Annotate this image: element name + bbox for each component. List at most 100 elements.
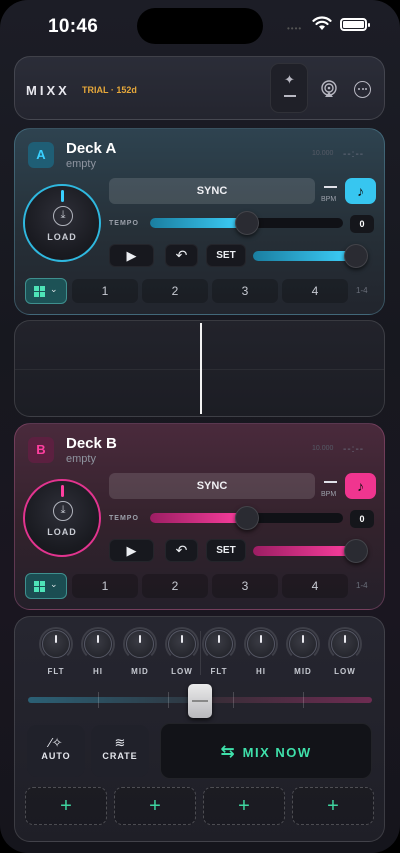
eq-knob-a-filter[interactable] — [39, 627, 73, 661]
auto-label: AUTO — [41, 751, 71, 761]
deck-b-hotcue-2[interactable]: 2 — [142, 574, 208, 598]
deck-a-load-button[interactable]: LOAD — [25, 232, 99, 242]
queue-slot-4[interactable]: + — [292, 787, 374, 825]
deck-b-sync-button[interactable]: SYNC — [109, 473, 315, 499]
more-icon[interactable] — [354, 81, 371, 98]
mix-now-button[interactable]: ⇆ MIX NOW — [160, 723, 372, 779]
eq-label: MID — [294, 667, 312, 676]
auto-mix-button[interactable]: ⁄✧ AUTO — [27, 725, 85, 777]
eq-label: FLT — [210, 667, 228, 676]
tempo-fill — [150, 218, 247, 228]
eq-label: HI — [256, 667, 266, 676]
undo-icon: ↶ — [175, 542, 188, 558]
deck-a-music-note-button[interactable]: ♪ — [345, 178, 376, 204]
eq-label: LOW — [334, 667, 356, 676]
deck-b-track-state: empty — [66, 453, 96, 465]
deck-b-hotcue-1[interactable]: 1 — [72, 574, 138, 598]
play-icon: ▶ — [126, 543, 137, 558]
deck-b-hotcue-4[interactable]: 4 — [282, 574, 348, 598]
deck-a-play-button[interactable]: ▶ — [109, 244, 154, 267]
mixer-panel: FLT HI MID LOW FLT HI MID LOW ⁄✧ AUTO ≋ … — [14, 616, 385, 842]
volume-fill — [253, 546, 356, 556]
deck-b-play-button[interactable]: ▶ — [109, 539, 154, 562]
deck-b-cue-back-button[interactable]: ↶ — [165, 539, 198, 562]
deck-a-hotcue-1[interactable]: 1 — [72, 279, 138, 303]
eq-knob-a-high[interactable] — [81, 627, 115, 661]
deck-a-jog-wheel[interactable]: ⤓ LOAD — [23, 184, 101, 262]
crate-button[interactable]: ≋ CRATE — [91, 725, 149, 777]
tempo-knob[interactable] — [234, 211, 259, 235]
volume-knob[interactable] — [344, 244, 368, 268]
deck-b-hotcue-3[interactable]: 3 — [212, 574, 278, 598]
queue-slot-3[interactable]: + — [203, 787, 285, 825]
eq-knob-b-filter[interactable] — [202, 627, 236, 661]
status-bar: 10:46 •••• — [0, 0, 400, 54]
deck-a-time: --:-- — [343, 149, 365, 160]
deck-a-bpm-readout: 10.000 — [312, 150, 334, 157]
deck-b-music-note-button[interactable]: ♪ — [345, 473, 376, 499]
deck-a-tempo-value: 0 — [350, 215, 374, 233]
stack-icon: ≋ — [114, 735, 126, 750]
deck-a-set-button[interactable]: SET — [206, 244, 246, 267]
tempo-knob[interactable] — [234, 506, 259, 530]
magic-wand-icon: ⁄✧ — [49, 735, 63, 750]
deck-a-cue-back-button[interactable]: ↶ — [165, 244, 198, 267]
waveform-view[interactable] — [14, 320, 385, 417]
deck-b-load-button[interactable]: LOAD — [25, 527, 99, 537]
deck-a-volume-slider[interactable] — [253, 244, 368, 268]
volume-knob[interactable] — [344, 539, 368, 563]
undo-icon: ↶ — [175, 247, 188, 263]
deck-b-tempo-slider[interactable] — [150, 506, 343, 530]
deck-b-hotcue-range: 1-4 — [356, 581, 368, 590]
deck-a: A Deck A empty 10.000 --:-- ⤓ LOAD SYNC … — [14, 128, 385, 315]
crossfader-thumb[interactable] — [188, 684, 212, 718]
eq-label: LOW — [171, 667, 193, 676]
eq-knob-b-high[interactable] — [244, 627, 278, 661]
eq-label: HI — [93, 667, 103, 676]
queue-slot-2[interactable]: + — [114, 787, 196, 825]
wifi-icon — [312, 16, 332, 30]
ai-toggle-button[interactable]: ✦ — [270, 63, 308, 113]
eq-knob-b-low[interactable] — [328, 627, 362, 661]
deck-b-set-button[interactable]: SET — [206, 539, 246, 562]
mix-now-label: MIX NOW — [242, 745, 312, 760]
deck-b-time: --:-- — [343, 444, 365, 455]
deck-a-hotcue-2[interactable]: 2 — [142, 279, 208, 303]
app-header: MIXX TRIAL · 152d ✦ — [14, 56, 385, 120]
deck-b-jog-wheel[interactable]: ⤓ LOAD — [23, 479, 101, 557]
sparkle-icon: ✦ — [284, 72, 295, 87]
deck-a-hotcue-4[interactable]: 4 — [282, 279, 348, 303]
eq-knob-a-low[interactable] — [165, 627, 199, 661]
cellular-signal-icon: •••• — [287, 24, 303, 33]
minus-icon — [284, 95, 296, 97]
deck-a-badge: A — [28, 142, 54, 168]
airplay-icon[interactable] — [320, 80, 338, 98]
deck-b-pad-mode-button[interactable]: ⌄ — [25, 573, 67, 599]
queue-slot-1[interactable]: + — [25, 787, 107, 825]
eq-knob-a-mid[interactable] — [123, 627, 157, 661]
deck-a-tempo-label: TEMPO — [109, 220, 139, 227]
deck-b-tempo-value: 0 — [350, 510, 374, 528]
deck-a-hotcue-range: 1-4 — [356, 286, 368, 295]
deck-a-sync-button[interactable]: SYNC — [109, 178, 315, 204]
deck-a-hotcue-3[interactable]: 3 — [212, 279, 278, 303]
deck-a-pad-mode-button[interactable]: ⌄ — [25, 278, 67, 304]
chevron-down-icon: ⌄ — [50, 284, 58, 294]
eq-label: MID — [131, 667, 149, 676]
deck-b-badge: B — [28, 437, 54, 463]
deck-a-track-state: empty — [66, 158, 96, 170]
deck-b-bpm-value — [324, 481, 337, 483]
music-note-icon: ♪ — [357, 183, 364, 199]
deck-b-tempo-label: TEMPO — [109, 515, 139, 522]
deck-b-volume-slider[interactable] — [253, 539, 368, 563]
deck-b-title: Deck B — [66, 435, 117, 452]
music-note-icon: ♪ — [357, 478, 364, 494]
deck-a-tempo-slider[interactable] — [150, 211, 343, 235]
deck-b: B Deck B empty 10.000 --:-- ⤓ LOAD SYNC … — [14, 423, 385, 610]
eq-knob-b-mid[interactable] — [286, 627, 320, 661]
app-screen: 10:46 •••• MIXX TRIAL · 152d ✦ A Deck A — [0, 0, 400, 853]
volume-fill — [253, 251, 356, 261]
deck-a-bpm-value — [324, 186, 337, 188]
grid-icon — [34, 286, 45, 297]
swap-arrows-icon: ⇆ — [220, 742, 235, 761]
